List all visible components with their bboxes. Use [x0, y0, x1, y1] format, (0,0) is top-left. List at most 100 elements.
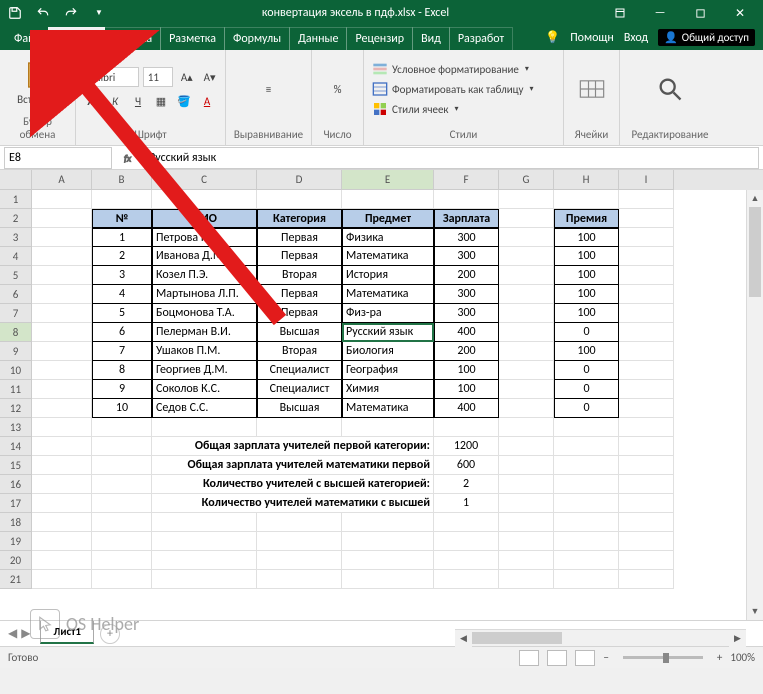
col-header[interactable]: C [152, 170, 257, 190]
cell[interactable] [92, 513, 152, 532]
cell[interactable] [619, 437, 674, 456]
cell[interactable] [619, 399, 674, 418]
cell[interactable] [32, 551, 92, 570]
cell[interactable] [499, 209, 554, 228]
row-header[interactable]: 3 [0, 228, 32, 247]
cell[interactable] [32, 380, 92, 399]
cell[interactable] [257, 190, 342, 209]
share-button[interactable]: 👤 Общий доступ [658, 29, 755, 46]
cell[interactable]: Математика [342, 285, 434, 304]
scroll-thumb-h[interactable] [472, 632, 562, 644]
cell[interactable] [342, 418, 434, 437]
cell[interactable] [619, 247, 674, 266]
row-header[interactable]: 16 [0, 475, 32, 494]
cell[interactable] [499, 513, 554, 532]
cell[interactable] [434, 551, 499, 570]
cell[interactable] [554, 551, 619, 570]
cell[interactable]: 300 [434, 285, 499, 304]
cell[interactable] [619, 380, 674, 399]
minimize-icon[interactable]: — [641, 0, 679, 26]
col-header[interactable]: E [342, 170, 434, 190]
cell[interactable] [499, 323, 554, 342]
cell[interactable]: 100 [554, 266, 619, 285]
cell[interactable]: 2 [434, 475, 499, 494]
cell[interactable]: Петрова Н.В. [152, 228, 257, 247]
cell[interactable] [554, 456, 619, 475]
cell[interactable]: 1200 [434, 437, 499, 456]
tab-developer[interactable]: Разработ [449, 27, 513, 50]
scroll-up-icon[interactable]: ▲ [747, 190, 763, 207]
row-header[interactable]: 2 [0, 209, 32, 228]
cell[interactable]: Биология [342, 342, 434, 361]
cell[interactable] [434, 190, 499, 209]
cell[interactable] [32, 418, 92, 437]
cell[interactable] [32, 437, 92, 456]
row-header[interactable]: 13 [0, 418, 32, 437]
cell[interactable]: Вторая [257, 266, 342, 285]
cell[interactable] [32, 247, 92, 266]
underline-button[interactable]: Ч [128, 91, 148, 111]
cell[interactable]: Предмет [342, 209, 434, 228]
cell[interactable]: 100 [554, 228, 619, 247]
tab-review[interactable]: Рецензир [346, 27, 413, 50]
tab-data[interactable]: Данные [289, 27, 347, 50]
col-header[interactable]: F [434, 170, 499, 190]
summary-label[interactable]: Количество учителей с высшей категорией: [152, 475, 434, 494]
col-header[interactable]: D [257, 170, 342, 190]
row-header[interactable]: 19 [0, 532, 32, 551]
sheet-next-icon[interactable]: ▶ [21, 626, 30, 641]
cell[interactable] [499, 437, 554, 456]
maximize-icon[interactable] [681, 0, 719, 26]
cell[interactable]: Вторая [257, 342, 342, 361]
cell[interactable]: Первая [257, 247, 342, 266]
cell[interactable] [554, 532, 619, 551]
cell[interactable] [619, 570, 674, 589]
cell[interactable] [152, 570, 257, 589]
cell-styles-button[interactable]: Стили ячеек▾ [370, 100, 557, 118]
cell[interactable] [92, 437, 152, 456]
row-header[interactable]: 4 [0, 247, 32, 266]
row-header[interactable]: 17 [0, 494, 32, 513]
cell[interactable] [92, 494, 152, 513]
cell[interactable]: 400 [434, 323, 499, 342]
cell[interactable]: 600 [434, 456, 499, 475]
add-sheet-icon[interactable]: + [100, 624, 120, 644]
cell[interactable] [554, 437, 619, 456]
summary-label[interactable]: Общая зарплата учителей математики перво… [152, 456, 434, 475]
cell[interactable] [342, 551, 434, 570]
fill-color-icon[interactable]: 🪣 [174, 91, 194, 111]
cell[interactable] [342, 513, 434, 532]
col-header[interactable]: G [499, 170, 554, 190]
summary-label[interactable]: Количество учителей математики с высшей [152, 494, 434, 513]
cell[interactable] [619, 228, 674, 247]
save-icon[interactable] [4, 2, 26, 24]
cell[interactable] [499, 266, 554, 285]
cell[interactable]: 8 [92, 361, 152, 380]
bold-button[interactable]: Ж [82, 91, 102, 111]
cell[interactable] [32, 570, 92, 589]
cell[interactable]: Ушаков П.М. [152, 342, 257, 361]
cell[interactable] [32, 228, 92, 247]
cell[interactable] [619, 266, 674, 285]
cell[interactable] [92, 551, 152, 570]
cell[interactable] [152, 418, 257, 437]
cell[interactable] [499, 399, 554, 418]
shrink-font-icon[interactable]: A▾ [200, 67, 219, 87]
cell[interactable] [32, 456, 92, 475]
cell[interactable] [32, 494, 92, 513]
cell[interactable] [32, 266, 92, 285]
cell[interactable] [32, 361, 92, 380]
cell[interactable] [434, 513, 499, 532]
cell[interactable] [619, 209, 674, 228]
col-header[interactable]: B [92, 170, 152, 190]
scroll-down-icon[interactable]: ▼ [747, 603, 763, 620]
cell[interactable]: Физ-ра [342, 304, 434, 323]
summary-label[interactable]: Общая зарплата учителей первой категории… [152, 437, 434, 456]
cell[interactable] [554, 475, 619, 494]
cell[interactable] [32, 475, 92, 494]
undo-icon[interactable] [32, 2, 54, 24]
row-header[interactable]: 10 [0, 361, 32, 380]
cell[interactable] [152, 513, 257, 532]
view-break-icon[interactable] [575, 650, 595, 666]
cell[interactable] [499, 456, 554, 475]
